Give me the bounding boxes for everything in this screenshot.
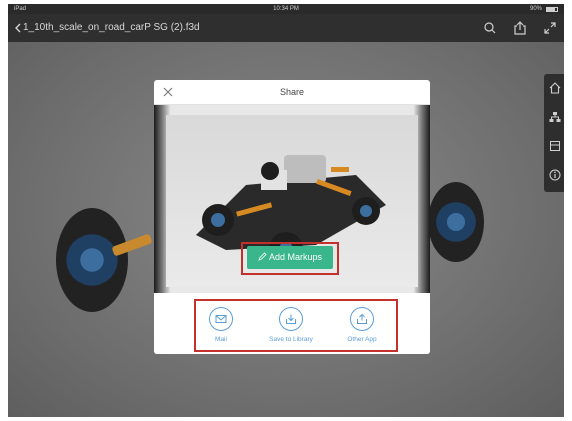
dialog-title: Share: [279, 87, 305, 97]
mail-label: Mail: [215, 336, 227, 343]
fullscreen-icon[interactable]: [542, 20, 558, 36]
battery-percent: 90%: [529, 6, 542, 12]
add-markups-label: Add Markups: [268, 252, 323, 262]
document-title: 1_10th_scale_on_road_carP SG (2).f3d: [23, 22, 200, 33]
chevron-left-icon: [15, 23, 21, 33]
save-to-library-label: Save to Library: [269, 336, 313, 343]
download-icon: [279, 307, 303, 331]
model-wheel-right: [428, 182, 484, 262]
layers-icon[interactable]: [544, 132, 564, 161]
info-icon[interactable]: [544, 161, 564, 190]
other-app-action[interactable]: Other App: [327, 307, 397, 343]
save-to-library-action[interactable]: Save to Library: [256, 307, 326, 343]
nav-bar: 1_10th_scale_on_road_carP SG (2).f3d: [8, 14, 564, 42]
pencil-icon: [258, 252, 267, 261]
dialog-header: Share: [154, 80, 430, 105]
status-bar: iPad 10:34 PM 90%: [8, 4, 564, 14]
add-markups-button[interactable]: Add Markups: [247, 246, 333, 269]
model-wheel-left: [56, 208, 128, 312]
battery-icon: [546, 7, 558, 12]
mail-action[interactable]: Mail: [186, 307, 256, 343]
mail-icon: [209, 307, 233, 331]
search-icon[interactable]: [482, 20, 498, 36]
back-button[interactable]: 1_10th_scale_on_road_carP SG (2).f3d: [14, 21, 200, 35]
view-toolbar: [544, 74, 564, 192]
upload-icon: [350, 307, 374, 331]
structure-icon[interactable]: [544, 103, 564, 132]
share-icon[interactable]: [512, 20, 528, 36]
nav-actions: [482, 20, 558, 36]
other-app-label: Other App: [347, 336, 377, 343]
home-icon[interactable]: [544, 74, 564, 103]
close-icon[interactable]: [162, 85, 174, 97]
clock: 10:34 PM: [273, 6, 299, 12]
